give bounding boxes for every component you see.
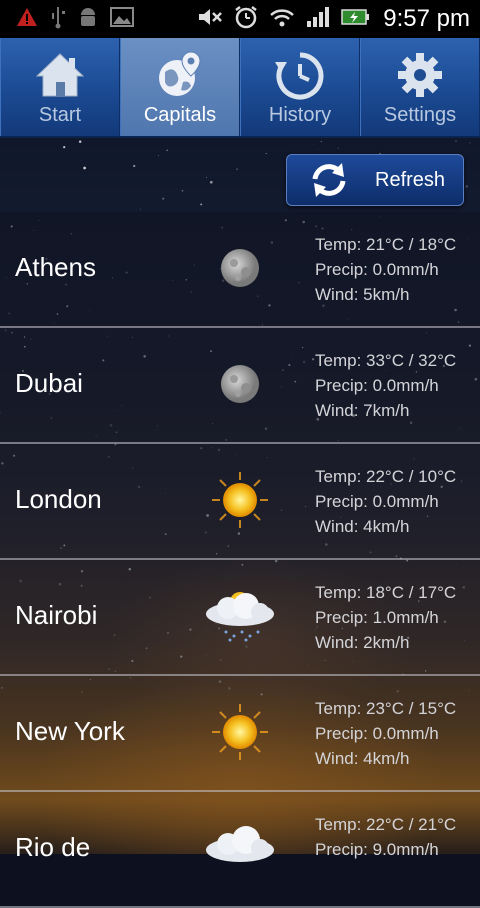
precipitation-text: Precip: 0.0mm/h (315, 376, 439, 395)
tab-start[interactable]: Start (0, 38, 120, 136)
wifi-icon (269, 6, 295, 33)
weather-info: Temp: 21°C / 18°C Precip: 0.0mm/h Wind: … (315, 232, 456, 307)
sun-icon (212, 704, 268, 760)
temperature-text: Temp: 21°C / 18°C (315, 235, 457, 254)
city-name: Athens (15, 252, 96, 282)
tab-settings[interactable]: Settings (360, 38, 480, 136)
sun-icon (212, 472, 268, 528)
gear-icon (393, 50, 447, 100)
cloud-icon (206, 826, 274, 862)
temperature-text: Temp: 33°C / 32°C (315, 351, 457, 370)
globe-pin-icon (153, 50, 207, 100)
usb-icon (50, 5, 66, 34)
city-name: New York (15, 716, 125, 746)
temperature-text: Temp: 22°C / 21°C (315, 815, 457, 834)
city-name: Nairobi (15, 600, 98, 630)
precipitation-text: Precip: 1.0mm/h (315, 608, 439, 627)
refresh-icon (305, 160, 353, 200)
image-icon (110, 6, 134, 32)
warning-icon (16, 7, 38, 32)
city-name: Dubai (15, 368, 83, 398)
precipitation-text: Precip: 0.0mm/h (315, 724, 439, 743)
wind-text: Wind: 5km/h (315, 285, 410, 304)
weather-info: Temp: 18°C / 17°C Precip: 1.0mm/h Wind: … (315, 580, 456, 655)
wind-text: Wind: 4km/h (315, 749, 410, 768)
weather-info: Temp: 22°C / 10°C Precip: 0.0mm/h Wind: … (315, 464, 456, 539)
cloud-rain-sun-icon (206, 592, 274, 642)
tab-history[interactable]: History (240, 38, 360, 136)
precipitation-text: Precip: 0.0mm/h (315, 492, 439, 511)
temperature-text: Temp: 23°C / 15°C (315, 699, 457, 718)
home-icon (33, 50, 87, 100)
moon-icon (221, 365, 259, 403)
city-name: Rio de (15, 832, 91, 862)
history-clock-icon (273, 50, 327, 100)
wind-text: Wind: 2km/h (315, 633, 410, 652)
list-item[interactable]: Rio de Temp: 22°C / 21°C Precip: 9.0mm/h (0, 792, 480, 908)
refresh-button[interactable]: Refresh (286, 154, 464, 206)
precipitation-text: Precip: 9.0mm/h (315, 840, 439, 859)
precipitation-text: Precip: 0.0mm/h (315, 260, 439, 279)
moon-icon (221, 249, 259, 287)
city-name: London (15, 484, 102, 514)
list-item[interactable]: Dubai Temp: 33°C / 32°C Precip: 0.0mm/h … (0, 328, 480, 444)
tab-bar: Start Capitals History Settings (0, 38, 480, 138)
clock-time: 9:57 pm (383, 5, 470, 32)
weather-info: Temp: 22°C / 21°C Precip: 9.0mm/h (315, 812, 456, 862)
wind-text: Wind: 7km/h (315, 401, 410, 420)
android-debug-icon (78, 6, 98, 33)
list-item[interactable]: New York Temp: 23°C / 15°C Precip: 0.0mm… (0, 676, 480, 792)
weather-info: Temp: 23°C / 15°C Precip: 0.0mm/h Wind: … (315, 696, 456, 771)
tab-label: Settings (383, 104, 457, 126)
battery-icon (341, 7, 370, 32)
temperature-text: Temp: 22°C / 10°C (315, 467, 457, 486)
mute-icon (197, 6, 223, 33)
alarm-icon (233, 4, 259, 35)
tab-capitals[interactable]: Capitals (120, 38, 240, 136)
status-bar: 9:57 pm (0, 0, 480, 38)
signal-icon (305, 6, 331, 33)
capitals-list: Athens Temp: 21°C / 18°C Precip: 0.0mm/h… (0, 212, 480, 908)
wind-text: Wind: 4km/h (315, 517, 410, 536)
tab-label: Start (38, 104, 82, 126)
tab-label: History (268, 104, 332, 126)
list-item[interactable]: Nairobi Temp: 18°C / 17°C Precip: 1.0mm/… (0, 560, 480, 676)
list-item[interactable]: London Temp: 22°C / 10°C Precip: 0.0mm/h… (0, 444, 480, 560)
temperature-text: Temp: 18°C / 17°C (315, 583, 457, 602)
list-item[interactable]: Athens Temp: 21°C / 18°C Precip: 0.0mm/h… (0, 212, 480, 328)
refresh-label: Refresh (375, 168, 446, 191)
weather-info: Temp: 33°C / 32°C Precip: 0.0mm/h Wind: … (315, 348, 456, 423)
tab-label: Capitals (143, 104, 217, 126)
